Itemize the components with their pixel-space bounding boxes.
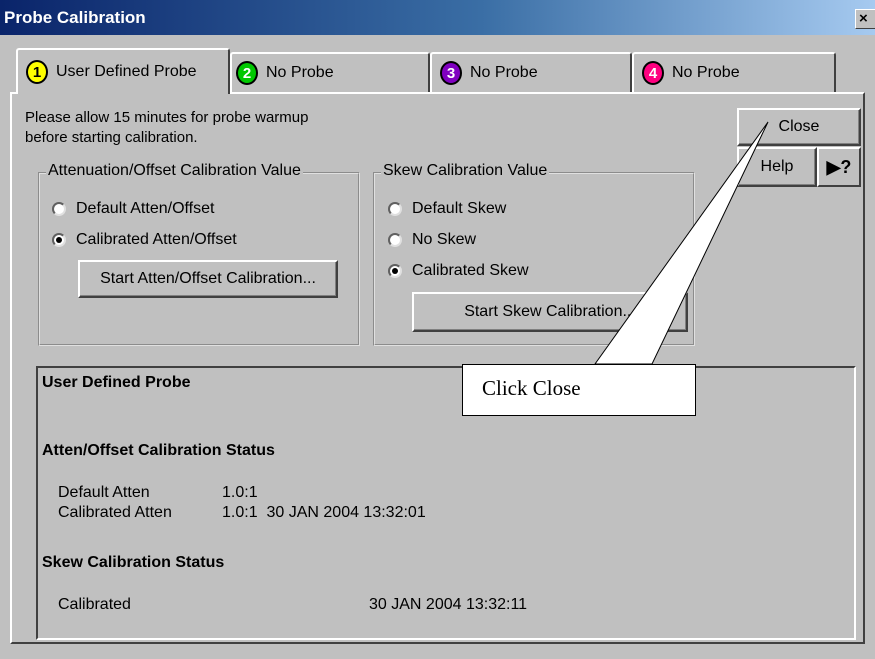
tab-1[interactable]: 1 User Defined Probe [16,48,230,94]
radio-calibrated-skew-indicator[interactable] [388,264,402,278]
status-calibrated-atten-label: Calibrated Atten [58,504,172,521]
status-atten-heading: Atten/Offset Calibration Status [42,442,275,459]
close-button[interactable]: Close [737,108,861,146]
tab-2-label: No Probe [266,64,334,81]
status-calibrated-atten-value: 1.0:1 30 JAN 2004 13:32:01 [222,504,426,521]
help-button[interactable]: Help [737,147,817,187]
radio-calibrated-skew-label: Calibrated Skew [412,262,529,279]
radio-no-skew-label: No Skew [412,231,477,248]
atten-offset-groupbox: Attenuation/Offset Calibration Value [38,162,360,346]
instructions-line-1: Please allow 15 minutes for probe warmup [25,109,309,126]
tab-4[interactable]: 4 No Probe [632,52,836,92]
radio-default-atten-label: Default Atten/Offset [76,200,215,217]
tab-4-label: No Probe [672,64,740,81]
tab-2[interactable]: 2 No Probe [230,52,430,92]
atten-group-title: Attenuation/Offset Calibration Value [46,162,303,180]
radio-calibrated-atten-indicator[interactable] [52,233,66,247]
status-default-atten-label: Default Atten [58,484,150,501]
probe-calibration-dialog: Probe Calibration × 1 User Defined Probe… [0,0,875,659]
click-close-callout: Click Close [462,364,696,416]
radio-default-skew[interactable]: Default Skew [388,200,506,218]
instructions-line-2: before starting calibration. [25,129,198,146]
start-atten-calibration-button[interactable]: Start Atten/Offset Calibration... [78,260,338,298]
tab-1-label: User Defined Probe [56,63,197,80]
radio-no-skew[interactable]: No Skew [388,231,476,249]
title-bar: Probe Calibration × [0,0,875,35]
whats-this-help-button[interactable]: ▶? [817,147,861,187]
radio-no-skew-indicator[interactable] [388,233,402,247]
tab-4-number-icon: 4 [642,61,664,85]
tab-2-number-icon: 2 [236,61,258,85]
status-calibrated-label: Calibrated [58,596,131,613]
window-close-button[interactable]: × [855,9,875,29]
radio-default-atten[interactable]: Default Atten/Offset [52,200,214,218]
radio-calibrated-atten[interactable]: Calibrated Atten/Offset [52,231,237,249]
status-default-atten-value: 1.0:1 [222,484,258,501]
status-skew-heading: Skew Calibration Status [42,554,225,571]
radio-default-skew-indicator[interactable] [388,202,402,216]
warmup-instructions: Please allow 15 minutes for probe warmup… [25,108,405,148]
status-probe-name: User Defined Probe [42,374,191,391]
pointer-question-icon: ▶? [826,156,852,177]
tab-3-label: No Probe [470,64,538,81]
tab-1-number-icon: 1 [26,60,48,84]
radio-calibrated-skew[interactable]: Calibrated Skew [388,262,529,280]
skew-group-title: Skew Calibration Value [381,162,550,180]
window-title: Probe Calibration [4,8,146,27]
radio-calibrated-atten-label: Calibrated Atten/Offset [76,231,237,248]
tab-3-number-icon: 3 [440,61,462,85]
radio-default-atten-indicator[interactable] [52,202,66,216]
radio-default-skew-label: Default Skew [412,200,507,217]
tab-3[interactable]: 3 No Probe [430,52,632,92]
status-calibrated-value: 30 JAN 2004 13:32:11 [369,596,528,613]
start-skew-calibration-button[interactable]: Start Skew Calibration... [412,292,688,332]
